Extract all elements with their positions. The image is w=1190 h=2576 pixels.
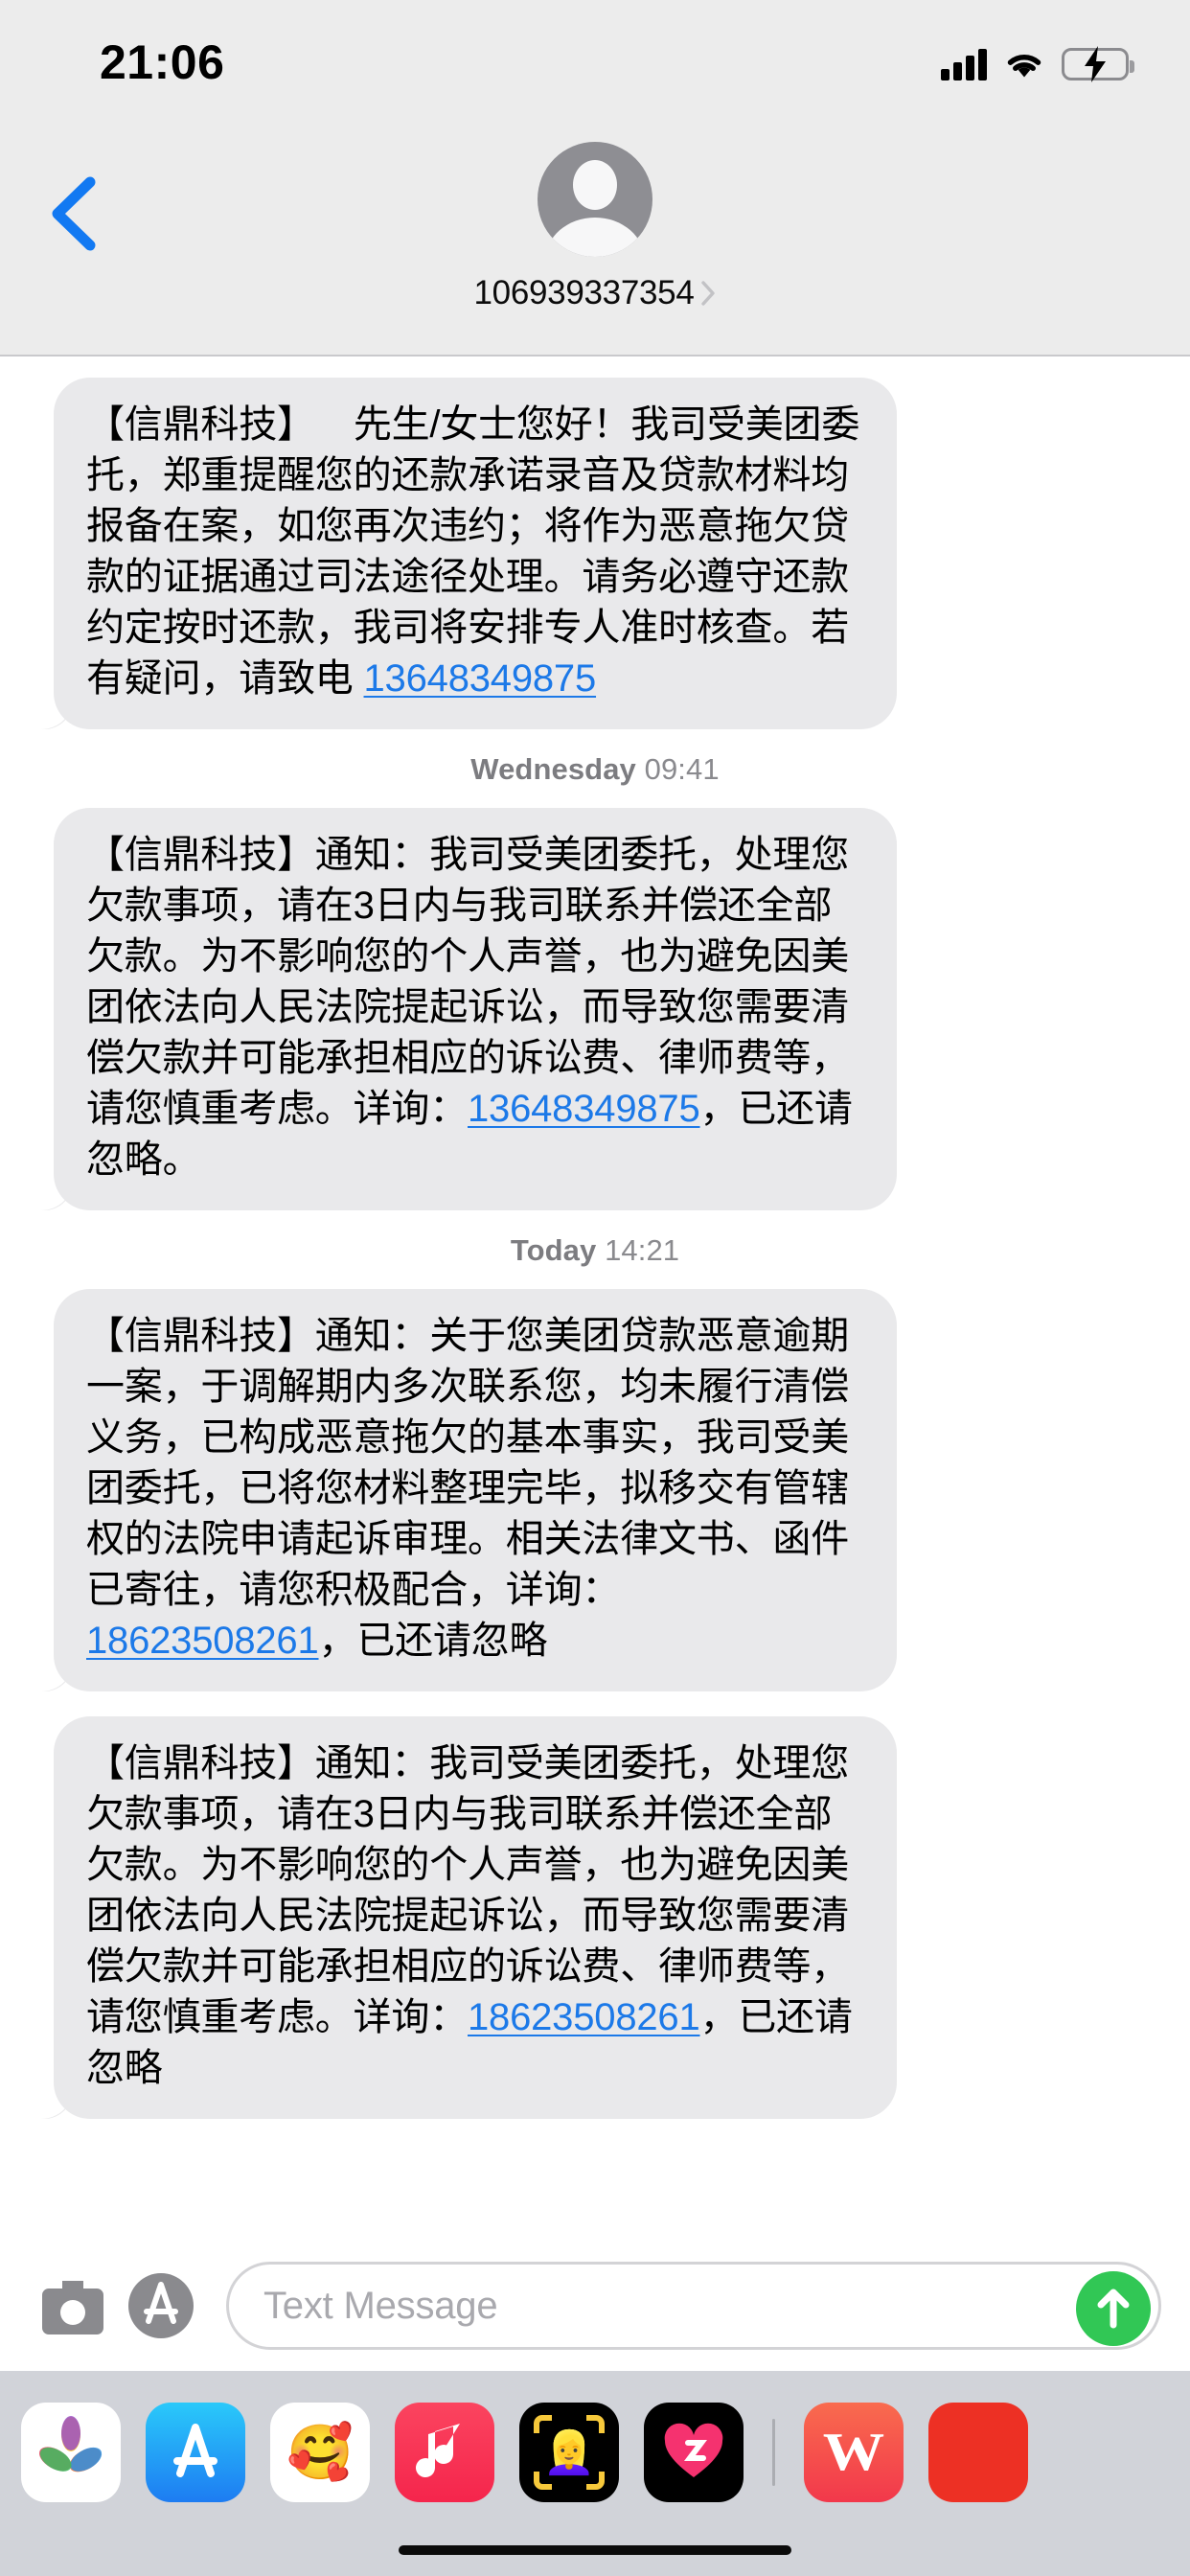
app-store-app-icon[interactable]	[146, 2403, 245, 2502]
status-bar-clock: 21:06	[100, 35, 225, 89]
date-separator-day: Today	[510, 1233, 597, 1267]
contact-detail-button[interactable]: 106939337354	[474, 274, 717, 312]
app-drawer-divider	[772, 2419, 775, 2486]
photos-app-icon[interactable]	[21, 2403, 121, 2502]
wifi-icon	[1004, 50, 1044, 80]
date-separator-time: 14:21	[605, 1233, 680, 1267]
message-input-placeholder: Text Message	[263, 2284, 498, 2327]
app-drawer-row: 🥰 👱‍♀️	[0, 2400, 1190, 2505]
battery-charging-icon	[1062, 46, 1134, 82]
message-text: 【信鼎科技】通知：我司受美团委托，处理您欠款事项，请在3日内与我司联系并偿还全部…	[86, 1742, 849, 2038]
wps-office-app-icon[interactable]: W	[804, 2403, 904, 2502]
message-thread[interactable]: 【信鼎科技】 先生/女士您好！我司受美团委托，郑重提醒您的还款承诺录音及贷款材料均…	[0, 358, 1190, 2241]
music-app-icon[interactable]	[395, 2403, 494, 2502]
message-row: 【信鼎科技】通知：我司受美团委托，处理您欠款事项，请在3日内与我司联系并偿还全部…	[0, 808, 1190, 1210]
send-arrow-up-icon	[1097, 2288, 1130, 2329]
contact-name: 106939337354	[473, 274, 695, 311]
message-bubble-incoming[interactable]: 【信鼎科技】通知：我司受美团委托，处理您欠款事项，请在3日内与我司联系并偿还全部…	[54, 1716, 897, 2119]
messages-screen: 21:06 106939337354 【信鼎科技】 先生/女士您好！我司受美团委…	[0, 0, 1190, 2576]
chevron-right-icon	[700, 280, 716, 307]
digital-touch-icon[interactable]	[644, 2403, 744, 2502]
cellular-signal-icon	[941, 48, 987, 80]
message-text: 【信鼎科技】通知：关于您美团贷款恶意逾期一案，于调解期内多次联系您，均未履行清偿…	[86, 1315, 849, 1611]
contact-header[interactable]: 106939337354	[0, 142, 1190, 312]
animoji-glyph: 👱‍♀️	[542, 2429, 596, 2476]
status-bar-indicators	[941, 38, 1134, 82]
message-text: 先生/女士您好！我司受美团委托，郑重提醒您的还款承诺录音及贷款材料均报备在案，如…	[86, 403, 860, 700]
navigation-header: 21:06 106939337354	[0, 0, 1190, 356]
message-row: 【信鼎科技】通知：关于您美团贷款恶意逾期一案，于调解期内多次联系您，均未履行清偿…	[0, 1289, 1190, 1691]
animoji-app-icon[interactable]: 👱‍♀️	[519, 2403, 619, 2502]
home-indicator[interactable]	[399, 2545, 791, 2555]
status-bar: 21:06	[0, 0, 1190, 105]
date-separator-time: 09:41	[644, 752, 720, 786]
camera-icon	[39, 2277, 106, 2334]
wps-letter-glyph: W	[822, 2423, 885, 2482]
message-bubble-incoming[interactable]: 【信鼎科技】通知：我司受美团委托，处理您欠款事项，请在3日内与我司联系并偿还全部…	[54, 808, 897, 1210]
imessage-app-drawer[interactable]: 🥰 👱‍♀️	[0, 2371, 1190, 2576]
memoji-stickers-icon[interactable]: 🥰	[270, 2403, 370, 2502]
date-separator: Today 14:21	[0, 1210, 1190, 1289]
send-button[interactable]	[1076, 2271, 1151, 2346]
phone-number-link[interactable]: 18623508261	[468, 1996, 700, 2038]
message-bubble-incoming[interactable]: 【信鼎科技】通知：关于您美团贷款恶意逾期一案，于调解期内多次联系您，均未履行清偿…	[54, 1289, 897, 1691]
message-input-bar: Text Message	[0, 2241, 1190, 2371]
date-separator-day: Wednesday	[470, 752, 636, 786]
memoji-glyph: 🥰	[286, 2422, 354, 2482]
message-bubble-incoming[interactable]: 【信鼎科技】 先生/女士您好！我司受美团委托，郑重提醒您的还款承诺录音及贷款材料均…	[54, 378, 897, 729]
person-placeholder-avatar	[538, 142, 652, 257]
phone-number-link[interactable]: 13648349875	[468, 1088, 700, 1130]
message-text: 【信鼎科技】	[86, 403, 315, 446]
date-separator: Wednesday 09:41	[0, 729, 1190, 808]
phone-number-link[interactable]: 13648349875	[364, 657, 597, 700]
phone-number-link[interactable]: 18623508261	[86, 1620, 319, 1662]
message-row: 【信鼎科技】通知：我司受美团委托，处理您欠款事项，请在3日内与我司联系并偿还全部…	[0, 1716, 1190, 2119]
message-row: 【信鼎科技】 先生/女士您好！我司受美团委托，郑重提醒您的还款承诺录音及贷款材料均…	[0, 378, 1190, 729]
app-store-button[interactable]	[117, 2262, 205, 2350]
camera-button[interactable]	[29, 2262, 117, 2350]
app-store-icon	[125, 2269, 197, 2342]
red-app-icon[interactable]	[928, 2403, 1028, 2502]
message-text: ，已还请忽略	[318, 1620, 548, 1662]
message-text-input[interactable]: Text Message	[226, 2262, 1161, 2350]
message-text: 【信鼎科技】通知：我司受美团委托，处理您欠款事项，请在3日内与我司联系并偿还全部…	[86, 834, 849, 1130]
